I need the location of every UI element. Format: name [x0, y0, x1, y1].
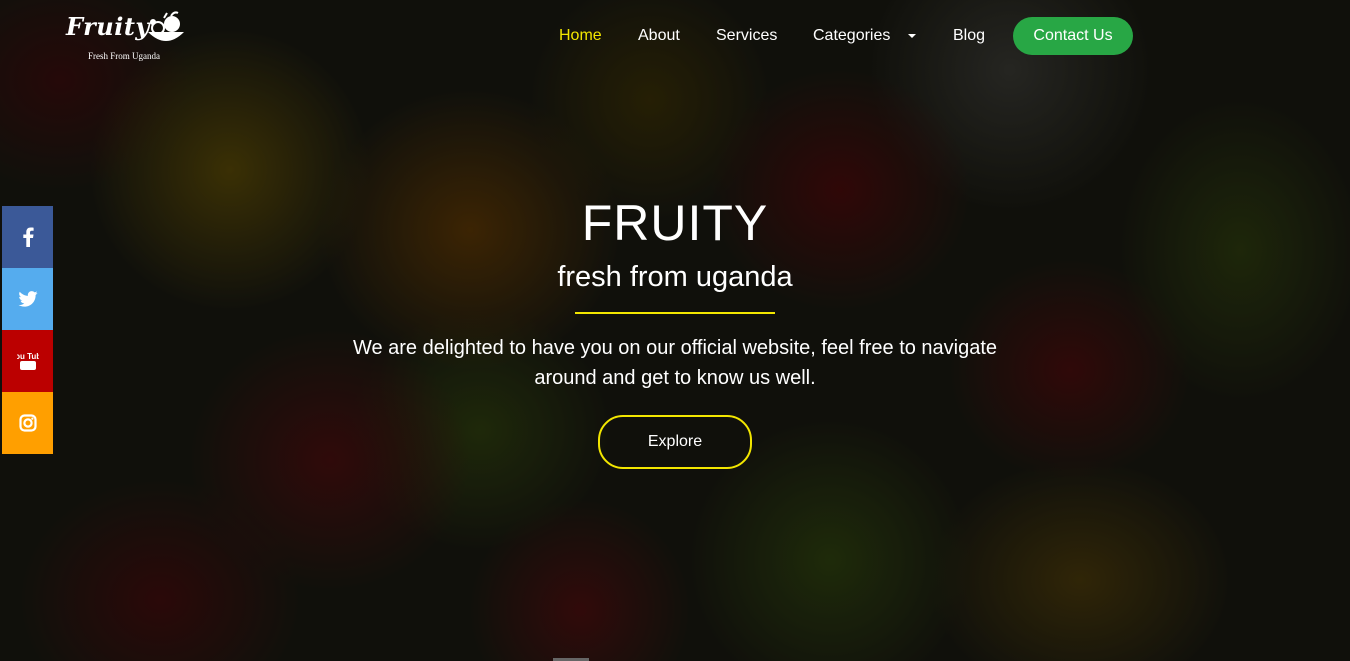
hero-divider [575, 312, 775, 314]
nav-categories[interactable]: Categories [813, 27, 890, 45]
svg-text:You Tube: You Tube [17, 352, 39, 361]
youtube-icon: You Tube [17, 352, 39, 370]
instagram-icon [18, 414, 37, 432]
hero-description: We are delighted to have you on our offi… [352, 337, 998, 389]
nav-services[interactable]: Services [716, 27, 777, 45]
main-nav: Home About Services Categories Blog Cont… [0, 17, 1350, 55]
nav-blog[interactable]: Blog [953, 27, 985, 45]
hero-subtitle: fresh from uganda [557, 261, 793, 293]
explore-button[interactable]: Explore [598, 415, 752, 469]
nav-about[interactable]: About [638, 27, 680, 45]
hero-background [0, 0, 1350, 661]
caret-down-icon[interactable] [908, 34, 916, 38]
nav-home[interactable]: Home [559, 27, 602, 45]
hero-title: FRUITY [581, 195, 769, 251]
instagram-link[interactable] [2, 392, 53, 454]
contact-us-button[interactable]: Contact Us [1013, 17, 1133, 55]
youtube-link[interactable]: You Tube [2, 330, 53, 392]
